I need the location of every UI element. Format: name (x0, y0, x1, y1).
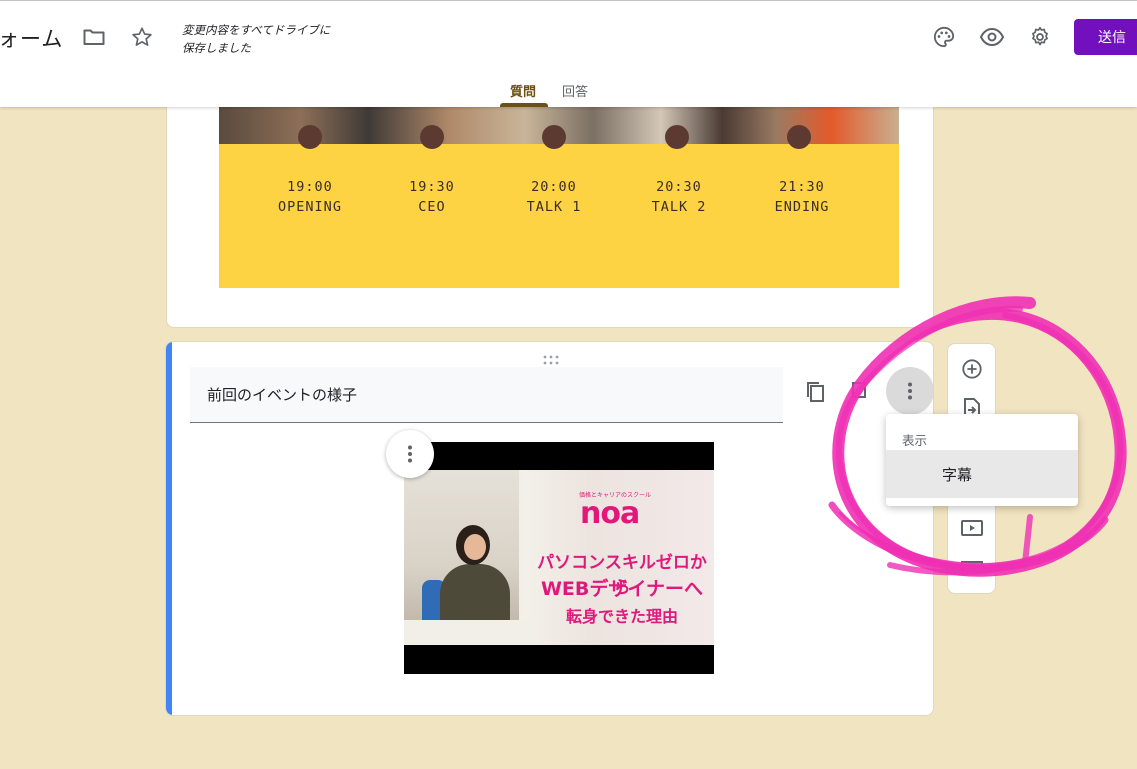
noa-logo: noa (580, 496, 640, 531)
timeline-dot (665, 125, 689, 149)
timeline-time: 19:00 (287, 179, 333, 195)
timeline-item: 20:00 TALK 1 (509, 177, 599, 217)
save-status-line2: 保存しました (182, 41, 251, 55)
timeline-time: 21:30 (779, 179, 825, 195)
timeline-time: 19:30 (409, 179, 455, 195)
timeline-item: 19:00 OPENING (265, 177, 355, 217)
timeline-label: TALK 2 (651, 199, 707, 215)
gear-icon[interactable] (1025, 22, 1055, 52)
duplicate-icon[interactable] (800, 377, 830, 407)
palette-icon[interactable] (929, 22, 959, 52)
video-title-input[interactable]: 前回のイベントの様子 (190, 367, 783, 423)
send-button[interactable]: 送信 (1074, 19, 1137, 55)
thumbnail-person-face (464, 534, 486, 560)
timeline-dot (542, 125, 566, 149)
add-question-icon[interactable] (960, 357, 984, 381)
item-more-options-button[interactable] (886, 367, 933, 415)
timeline-dot (298, 125, 322, 149)
video-player[interactable]: 価格とキャリアのスクール noa パソコンスキルゼロから WEBデザイナーへ 転… (404, 442, 714, 674)
timeline-time: 20:00 (531, 179, 577, 195)
timeline-label: TALK 1 (526, 199, 582, 215)
menu-heading: 表示 (902, 433, 928, 448)
video-more-options-button[interactable] (386, 430, 434, 478)
timeline-dot (420, 125, 444, 149)
drag-handle-icon[interactable] (542, 350, 560, 365)
active-item-accent (166, 342, 172, 715)
timeline-item: 20:30 TALK 2 (634, 177, 724, 217)
timeline-item: 21:30 ENDING (757, 177, 847, 217)
timeline-label: OPENING (278, 199, 342, 215)
preview-eye-icon[interactable] (977, 22, 1007, 52)
star-icon[interactable] (127, 22, 157, 52)
tab-responses[interactable]: 回答 (562, 81, 588, 100)
thumbnail-headline-3: 転身できた理由 (565, 607, 678, 626)
save-status-line1: 変更内容をすべてドライブに (182, 23, 331, 37)
video-options-menu: 表示 字幕 (886, 414, 1078, 506)
thumbnail-desk (404, 620, 534, 645)
timeline-label: CEO (418, 199, 446, 215)
delete-icon[interactable] (849, 377, 879, 407)
timeline-label: ENDING (774, 199, 830, 215)
add-video-icon[interactable] (960, 516, 984, 540)
menu-item-captions[interactable]: 字幕 (886, 450, 1078, 498)
timeline-dot (787, 125, 811, 149)
active-tab-indicator (500, 103, 548, 107)
save-status: 変更内容をすべてドライブに 保存しました (182, 21, 352, 57)
tab-questions[interactable]: 質問 (510, 81, 536, 100)
timeline-item: 19:30 CEO (387, 177, 477, 217)
timeline-time: 20:30 (656, 179, 702, 195)
thumbnail-headline-2: WEBデザイナーへ (540, 578, 704, 600)
add-section-icon[interactable] (960, 554, 984, 578)
form-title[interactable]: ォーム (0, 23, 63, 53)
video-thumbnail: 価格とキャリアのスクール noa パソコンスキルゼロから WEBデザイナーへ 転… (404, 470, 714, 645)
app-header: ォーム 変更内容をすべてドライブに 保存しました 送信 質問 回答 (0, 1, 1137, 107)
folder-icon[interactable] (79, 22, 109, 52)
